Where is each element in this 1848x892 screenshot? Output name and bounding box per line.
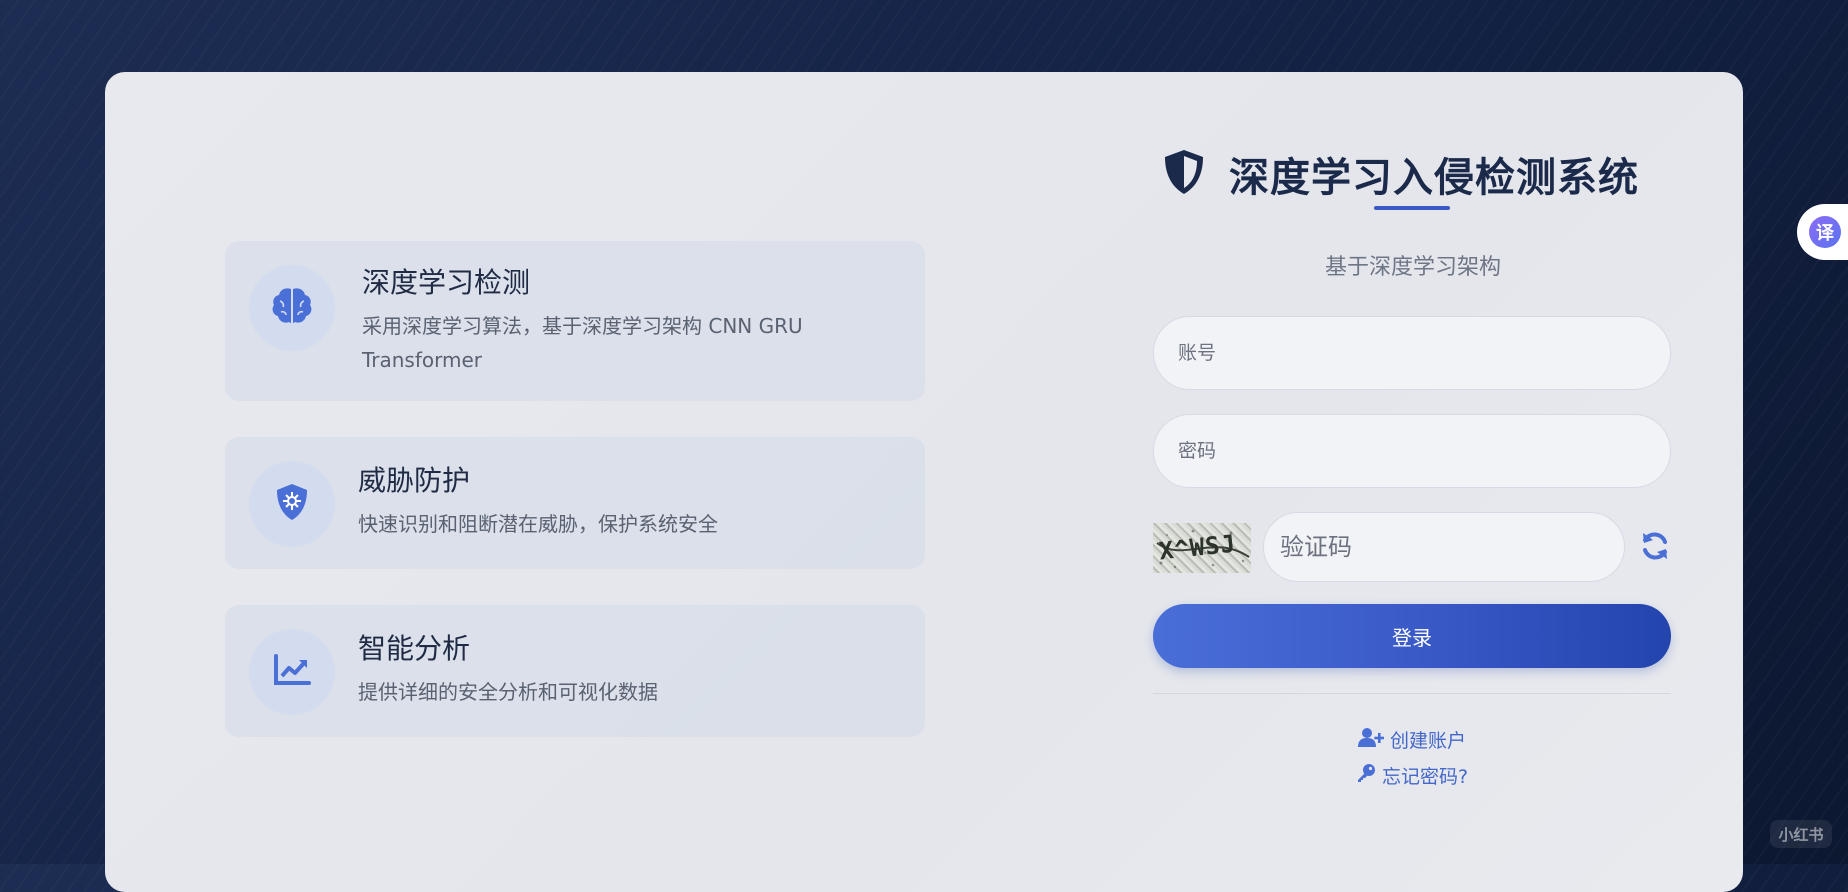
- captcha-input[interactable]: [1263, 512, 1625, 582]
- app-title: 深度学习入侵检测系统: [1229, 155, 1639, 201]
- feature-card-deep-learning: 深度学习检测 采用深度学习算法，基于深度学习架构 CNN GRU Transfo…: [225, 241, 925, 401]
- captcha-image[interactable]: X^WSJ: [1153, 523, 1251, 573]
- app-subtitle: 基于深度学习架构: [1324, 255, 1501, 280]
- translate-button[interactable]: 译: [1797, 204, 1848, 260]
- feature-card-threat-protection: 威胁防护 快速识别和阻断潜在威胁，保护系统安全: [225, 437, 925, 569]
- feature-description: 采用深度学习算法，基于深度学习架构 CNN GRU Transformer: [362, 314, 803, 372]
- account-input[interactable]: [1153, 316, 1671, 390]
- feature-icon-wrap: [249, 461, 335, 547]
- brand-header: 深度学习入侵检测系统: [1163, 144, 1693, 204]
- watermark-logo: 小红书: [1770, 820, 1832, 848]
- feature-description: 快速识别和阻断潜在威胁，保护系统安全: [358, 512, 718, 536]
- forgot-password-label: 忘记密码?: [1381, 766, 1469, 788]
- feature-title: 威胁防护: [358, 464, 471, 497]
- login-card: 深度学习检测 采用深度学习算法，基于深度学习架构 CNN GRU Transfo…: [105, 72, 1743, 892]
- forgot-password-link[interactable]: 忘记密码?: [1153, 762, 1671, 789]
- captcha-text: X^WSJ: [1158, 530, 1238, 566]
- key-icon: [1356, 763, 1382, 788]
- create-account-link[interactable]: 创建账户: [1153, 726, 1671, 753]
- feature-icon-wrap: [249, 265, 335, 351]
- form-divider: [1153, 693, 1671, 694]
- feature-card-smart-analysis: 智能分析 提供详细的安全分析和可视化数据: [225, 605, 925, 737]
- shield-virus-icon: [275, 483, 309, 525]
- create-account-label: 创建账户: [1389, 730, 1466, 752]
- user-plus-icon: [1357, 727, 1390, 752]
- refresh-captcha-icon[interactable]: [1639, 530, 1671, 566]
- password-input[interactable]: [1153, 414, 1671, 488]
- translate-icon: 译: [1809, 216, 1841, 248]
- title-underline: [1374, 206, 1450, 210]
- feature-title: 深度学习检测: [362, 266, 531, 299]
- feature-description: 提供详细的安全分析和可视化数据: [358, 680, 658, 704]
- login-button[interactable]: 登录: [1153, 604, 1671, 668]
- brain-icon: [271, 287, 313, 329]
- feature-title: 智能分析: [358, 632, 471, 665]
- shield-icon: [1163, 149, 1205, 199]
- chart-line-icon: [273, 654, 311, 690]
- feature-icon-wrap: [249, 629, 335, 715]
